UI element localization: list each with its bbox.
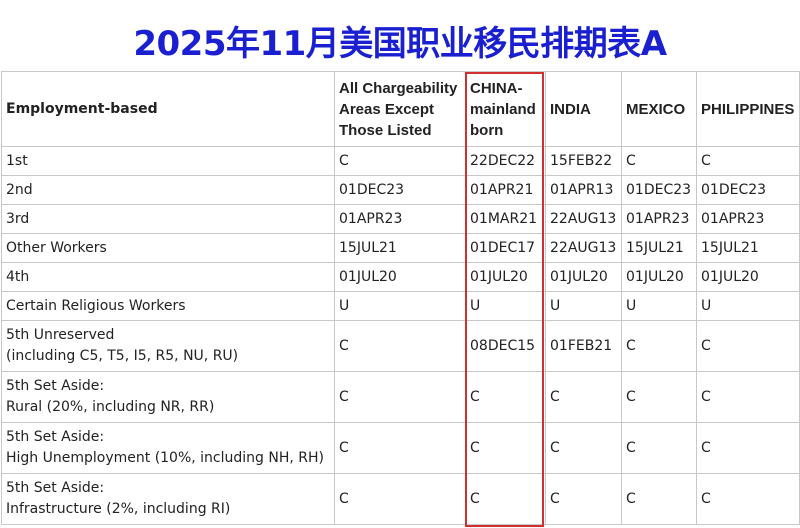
table-row: 5th Set Aside: Infrastructure (2%, includ… — [1, 473, 800, 525]
date-cell-all-chargeability: 01DEC23 — [334, 175, 466, 205]
table-row: 5th Unreserved (including C5, T5, I5, R5,… — [1, 320, 800, 372]
date-cell-mexico: C — [621, 146, 697, 176]
category-label: 5th Set Aside: — [6, 378, 105, 394]
date-cell-philippines: U — [696, 291, 800, 321]
date-cell-mexico: C — [621, 473, 697, 525]
category-cell: 1st — [1, 146, 335, 176]
date-cell-india: 01JUL20 — [545, 262, 622, 292]
date-cell-all-chargeability: C — [334, 422, 466, 474]
date-cell-china: 22DEC22 — [465, 146, 546, 176]
header-china: CHINA-mainland born — [465, 71, 546, 147]
category-cell: 5th Set Aside: High Unemployment (10%, in… — [1, 422, 335, 474]
date-cell-philippines: 01APR23 — [696, 204, 800, 234]
date-cell-philippines: C — [696, 320, 800, 372]
date-cell-china: C — [465, 473, 546, 525]
date-cell-mexico: C — [621, 371, 697, 423]
category-label: (including C5, T5, I5, R5, NU, RU) — [6, 348, 239, 364]
category-label: 2nd — [6, 181, 33, 198]
date-cell-mexico: 15JUL21 — [621, 233, 697, 263]
date-cell-all-chargeability: 15JUL21 — [334, 233, 466, 263]
category-label: 5th Set Aside: — [6, 480, 105, 496]
date-cell-philippines: C — [696, 146, 800, 176]
table-row: 2nd 01DEC23 01APR21 01APR13 01DEC23 01DEC23 — [1, 175, 800, 205]
category-cell: 5th Unreserved (including C5, T5, I5, R5,… — [1, 320, 335, 372]
date-cell-india: 22AUG13 — [545, 204, 622, 234]
date-cell-mexico: U — [621, 291, 697, 321]
category-cell: 3rd — [1, 204, 335, 234]
category-label: 3rd — [6, 210, 30, 227]
date-cell-all-chargeability: C — [334, 371, 466, 423]
category-label: High Unemployment (10%, including NH, RH… — [6, 450, 324, 466]
date-cell-all-chargeability: C — [334, 473, 466, 525]
date-cell-india: C — [545, 473, 622, 525]
date-cell-all-chargeability: 01APR23 — [334, 204, 466, 234]
header-philippines: PHILIPPINES — [696, 71, 800, 147]
date-cell-india: 01APR13 — [545, 175, 622, 205]
date-cell-india: 01FEB21 — [545, 320, 622, 372]
date-cell-china: 01JUL20 — [465, 262, 546, 292]
category-label: 4th — [6, 268, 30, 285]
date-cell-india: U — [545, 291, 622, 321]
date-cell-philippines: C — [696, 473, 800, 525]
date-cell-mexico: C — [621, 422, 697, 474]
date-cell-philippines: 15JUL21 — [696, 233, 800, 263]
header-mexico: MEXICO — [621, 71, 697, 147]
table-row: Certain Religious Workers U U U U U — [1, 291, 800, 321]
date-cell-mexico: 01DEC23 — [621, 175, 697, 205]
date-cell-mexico: 01APR23 — [621, 204, 697, 234]
date-cell-china: 01MAR21 — [465, 204, 546, 234]
date-cell-china: 08DEC15 — [465, 320, 546, 372]
category-label: 5th Set Aside: — [6, 429, 105, 445]
category-cell: 4th — [1, 262, 335, 292]
category-cell: 5th Set Aside: Rural (20%, including NR, … — [1, 371, 335, 423]
category-label: Other Workers — [6, 239, 107, 256]
category-label: Infrastructure (2%, including RI) — [6, 501, 231, 517]
category-cell: Other Workers — [1, 233, 335, 263]
table-row: 1st C 22DEC22 15FEB22 C C — [1, 146, 800, 176]
date-cell-mexico: C — [621, 320, 697, 372]
date-cell-china: C — [465, 371, 546, 423]
header-all-chargeability: All Chargeability Areas Except Those Lis… — [334, 71, 466, 147]
table-row: 4th 01JUL20 01JUL20 01JUL20 01JUL20 01JUL20 — [1, 262, 800, 292]
table-row: 5th Set Aside: Rural (20%, including NR, … — [1, 371, 800, 423]
date-cell-all-chargeability: C — [334, 320, 466, 372]
date-cell-all-chargeability: U — [334, 291, 466, 321]
date-cell-philippines: C — [696, 422, 800, 474]
date-cell-mexico: 01JUL20 — [621, 262, 697, 292]
date-cell-india: C — [545, 422, 622, 474]
date-cell-india: C — [545, 371, 622, 423]
date-cell-philippines: 01JUL20 — [696, 262, 800, 292]
header-india: INDIA — [545, 71, 622, 147]
category-label: 1st — [6, 152, 28, 169]
date-cell-china: U — [465, 291, 546, 321]
page-title: 2025年11月美国职业移民排期表A — [133, 24, 667, 64]
date-cell-china: 01DEC17 — [465, 233, 546, 263]
visa-bulletin-table: Employment-based All Chargeability Areas… — [1, 71, 800, 525]
date-cell-india: 15FEB22 — [545, 146, 622, 176]
header-employment-based: Employment-based — [1, 71, 335, 147]
date-cell-philippines: 01DEC23 — [696, 175, 800, 205]
table-row: 3rd 01APR23 01MAR21 22AUG13 01APR23 01APR23 — [1, 204, 800, 234]
table-header-row: Employment-based All Chargeability Areas… — [1, 71, 800, 147]
category-cell: 2nd — [1, 175, 335, 205]
category-cell: 5th Set Aside: Infrastructure (2%, includ… — [1, 473, 335, 525]
category-label: 5th Unreserved — [6, 327, 115, 343]
table-row: Other Workers 15JUL21 01DEC17 22AUG13 15JUL2… — [1, 233, 800, 263]
date-cell-china: 01APR21 — [465, 175, 546, 205]
date-cell-all-chargeability: C — [334, 146, 466, 176]
category-label: Rural (20%, including NR, RR) — [6, 399, 215, 415]
date-cell-china: C — [465, 422, 546, 474]
category-cell: Certain Religious Workers — [1, 291, 335, 321]
date-cell-all-chargeability: 01JUL20 — [334, 262, 466, 292]
date-cell-india: 22AUG13 — [545, 233, 622, 263]
date-cell-philippines: C — [696, 371, 800, 423]
category-label: Certain Religious Workers — [6, 297, 186, 314]
table-row: 5th Set Aside: High Unemployment (10%, in… — [1, 422, 800, 474]
